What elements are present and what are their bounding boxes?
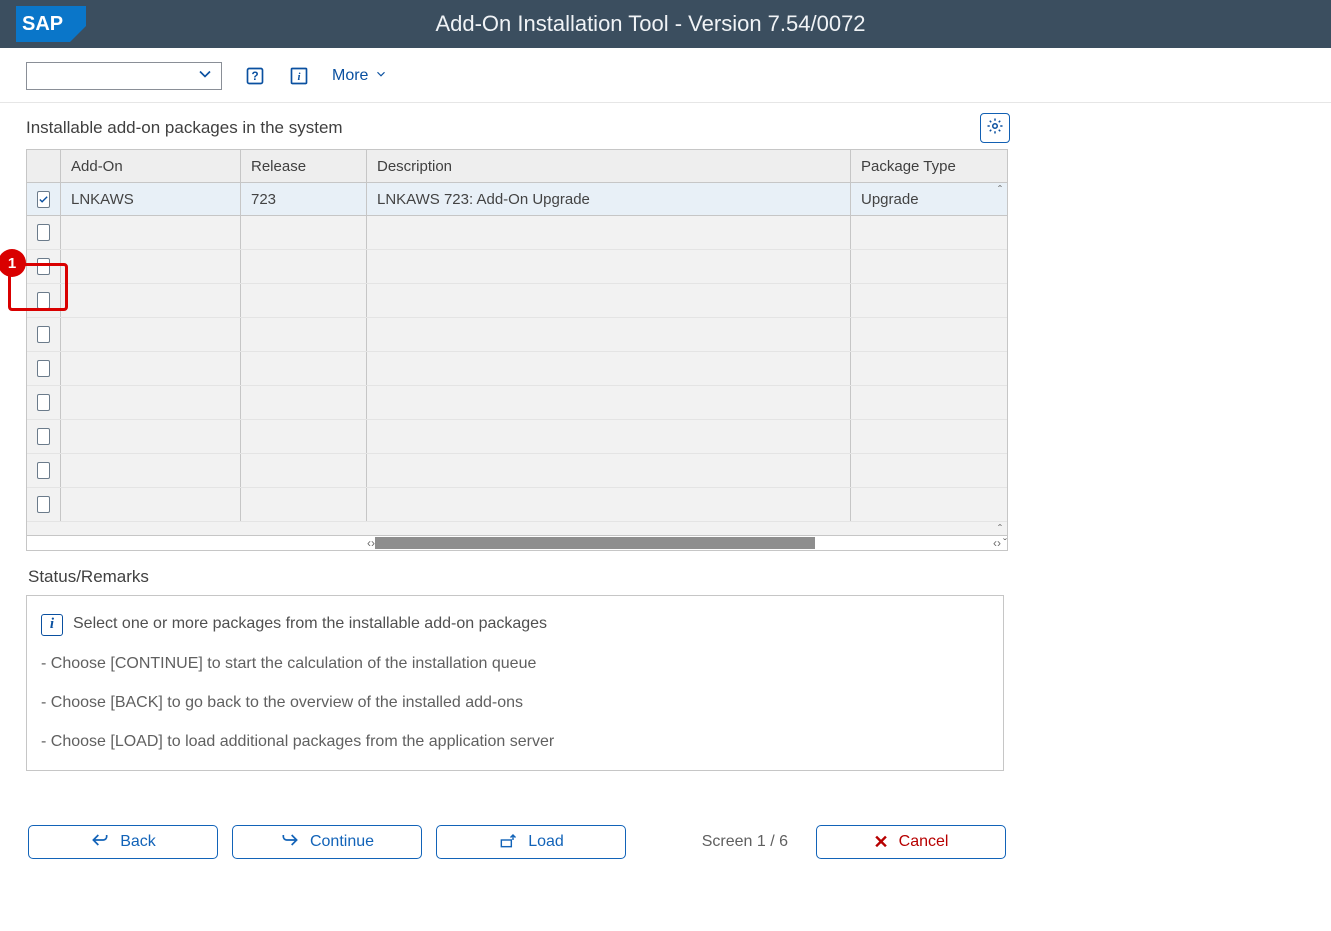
page-title: Add-On Installation Tool - Version 7.54/… xyxy=(86,11,1315,37)
help-icon[interactable]: ? xyxy=(244,65,266,87)
row-checkbox[interactable] xyxy=(37,394,50,411)
screen-indicator: Screen 1 / 6 xyxy=(642,833,788,851)
cancel-button[interactable]: ✕ Cancel xyxy=(816,825,1006,859)
continue-label: Continue xyxy=(310,833,374,851)
sap-logo: SAP xyxy=(16,6,86,42)
remark-load: - Choose [LOAD] to load additional packa… xyxy=(41,732,989,753)
load-button[interactable]: Load xyxy=(436,825,626,859)
footer-bar: Back Continue Load Screen 1 / 6 ✕ Cancel xyxy=(28,825,1006,859)
row-checkbox[interactable] xyxy=(37,326,50,343)
chevron-right-icon: › xyxy=(997,536,1001,550)
chevron-up-icon: ˆ xyxy=(998,183,1002,197)
col-header-description[interactable]: Description xyxy=(367,150,851,182)
load-icon xyxy=(498,830,518,855)
table-row[interactable]: LNKAWS 723 LNKAWS 723: Add-On Upgrade Up… xyxy=(27,183,1007,216)
more-label: More xyxy=(332,67,368,85)
load-label: Load xyxy=(528,833,564,851)
row-checkbox[interactable] xyxy=(37,428,50,445)
horizontal-scrollbar[interactable]: ‹ › ‹ › ˇ xyxy=(27,535,1007,550)
col-header-addon[interactable]: Add-On xyxy=(61,150,241,182)
status-title: Status/Remarks xyxy=(28,567,1010,587)
back-icon xyxy=(90,830,110,855)
info-icon: i xyxy=(41,614,63,636)
row-checkbox[interactable] xyxy=(37,496,50,513)
svg-text:?: ? xyxy=(251,70,258,83)
shell-header: SAP Add-On Installation Tool - Version 7… xyxy=(0,0,1331,48)
col-header-type[interactable]: Package Type xyxy=(851,150,991,182)
back-button[interactable]: Back xyxy=(28,825,218,859)
app-toolbar: ? i More xyxy=(0,48,1331,103)
continue-icon xyxy=(280,830,300,855)
continue-button[interactable]: Continue xyxy=(232,825,422,859)
section-title: Installable add-on packages in the syste… xyxy=(26,118,343,138)
command-field[interactable] xyxy=(26,62,222,90)
cancel-label: Cancel xyxy=(899,833,949,851)
row-checkbox[interactable] xyxy=(37,462,50,479)
svg-text:i: i xyxy=(297,71,300,83)
svg-text:SAP: SAP xyxy=(22,13,63,35)
more-menu[interactable]: More xyxy=(332,67,388,86)
vertical-scrollbar[interactable]: ˆ ˆ xyxy=(993,183,1007,536)
close-icon: ✕ xyxy=(874,832,889,853)
gear-icon xyxy=(986,117,1004,140)
chevron-down-icon xyxy=(374,67,388,86)
table-settings-button[interactable] xyxy=(980,113,1010,143)
remark-info: Select one or more packages from the ins… xyxy=(73,614,547,635)
row-checkbox[interactable] xyxy=(37,360,50,377)
chevron-down-icon xyxy=(195,64,215,89)
packages-table: Add-On Release Description Package Type … xyxy=(26,149,1008,551)
back-label: Back xyxy=(120,833,156,851)
remark-continue: - Choose [CONTINUE] to start the calcula… xyxy=(41,654,989,675)
cell-release: 723 xyxy=(241,183,367,215)
row-checkbox[interactable] xyxy=(37,224,50,241)
remark-back: - Choose [BACK] to go back to the overvi… xyxy=(41,693,989,714)
cell-description: LNKAWS 723: Add-On Upgrade xyxy=(367,183,851,215)
chevron-down-icon: ˇ xyxy=(1003,536,1007,550)
col-header-release[interactable]: Release xyxy=(241,150,367,182)
chevron-up-icon: ˆ xyxy=(998,522,1002,536)
remarks-box: i Select one or more packages from the i… xyxy=(26,595,1004,771)
info-icon[interactable]: i xyxy=(288,65,310,87)
row-checkbox[interactable] xyxy=(37,191,50,208)
cell-type: Upgrade xyxy=(851,183,991,215)
cell-addon: LNKAWS xyxy=(61,183,241,215)
